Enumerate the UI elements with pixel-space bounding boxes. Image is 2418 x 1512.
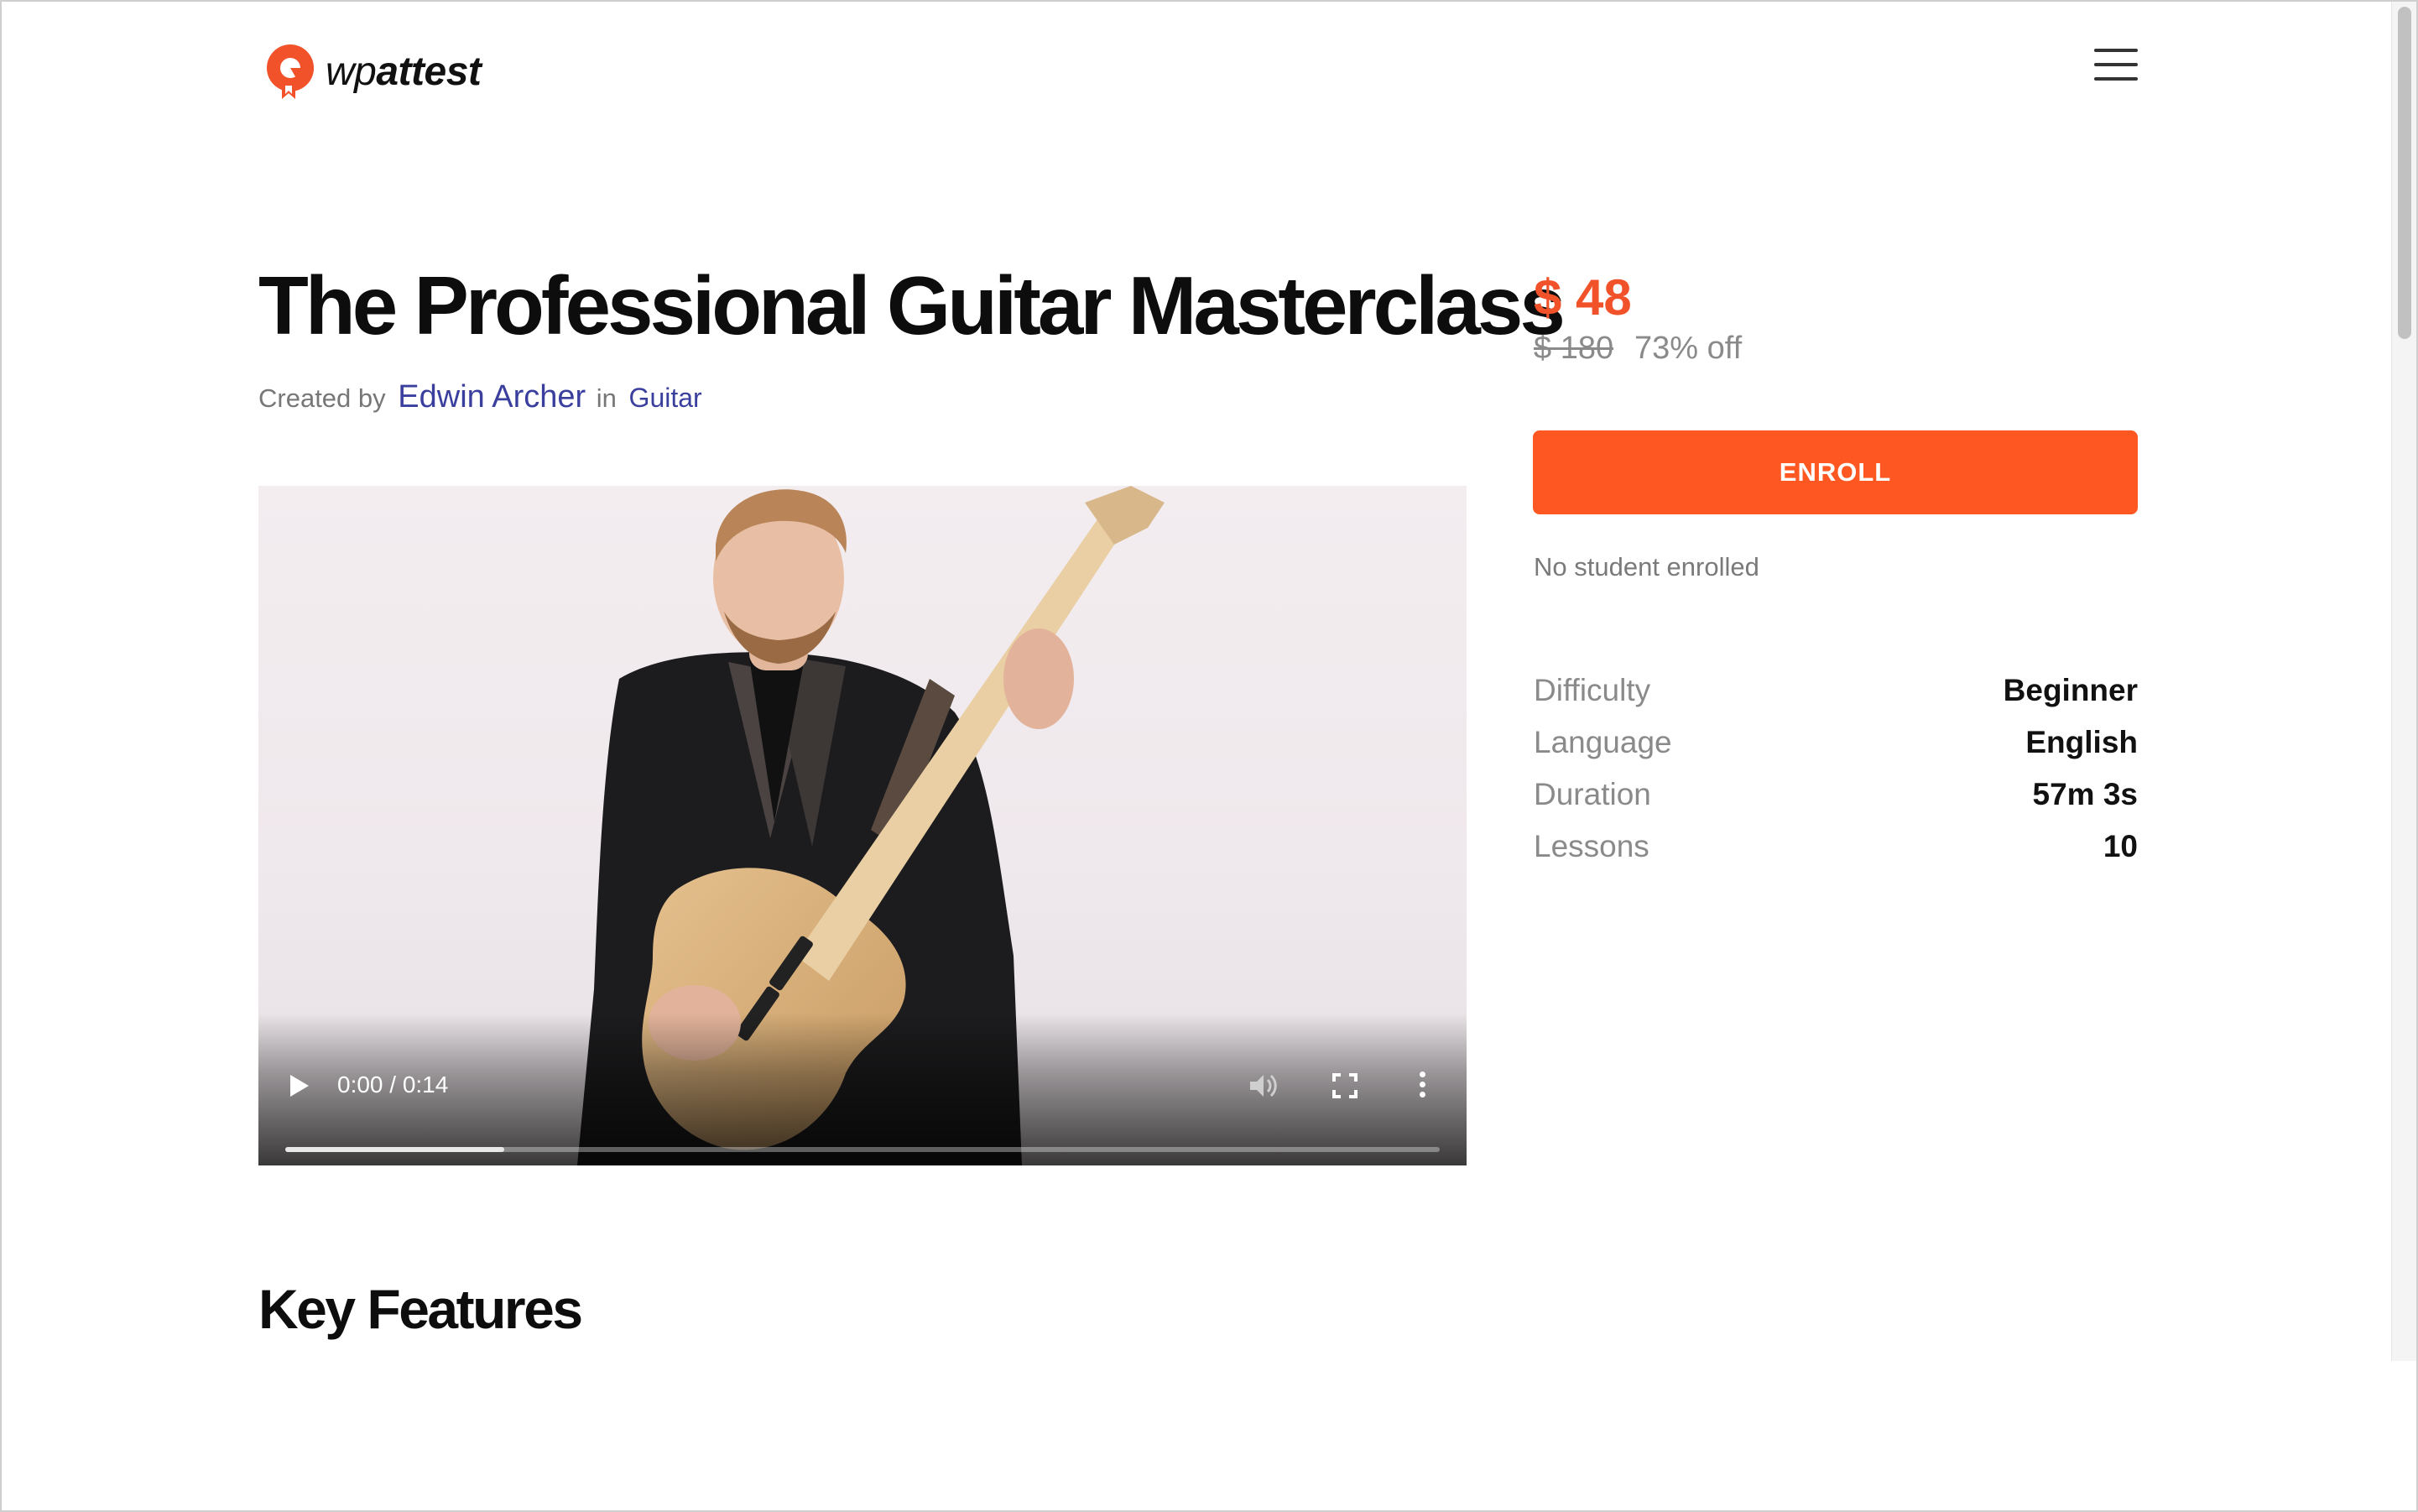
detail-row-lessons: Lessons 10 xyxy=(1534,821,2138,873)
author-link[interactable]: Edwin Archer xyxy=(398,379,586,414)
page-scrollbar[interactable] xyxy=(2391,2,2416,1361)
enroll-button[interactable]: ENROLL xyxy=(1533,430,2138,514)
fullscreen-icon[interactable] xyxy=(1332,1073,1358,1098)
menu-icon-bar xyxy=(2094,77,2138,81)
page-content: wpattest The Professional Guitar Masterc… xyxy=(2,2,2391,1361)
created-by-label: Created by xyxy=(258,383,386,413)
course-title: The Professional Guitar Masterclass xyxy=(258,259,1566,352)
category-link[interactable]: Guitar xyxy=(629,383,702,413)
enrolled-count-note: No student enrolled xyxy=(1534,552,1759,581)
video-progress-bar[interactable] xyxy=(285,1147,1440,1152)
detail-value: Beginner xyxy=(2003,673,2138,707)
detail-label: Duration xyxy=(1534,777,1651,811)
current-price: $ 48 xyxy=(1534,269,1632,326)
page-bottom-blank xyxy=(2,1361,2416,1510)
logo-text: wpattest xyxy=(326,49,482,95)
more-options-icon[interactable] xyxy=(1418,1071,1426,1100)
scrollbar-thumb[interactable] xyxy=(2398,7,2411,339)
video-controls: 0:00 / 0:14 xyxy=(258,1013,1467,1165)
original-price: $ 180 xyxy=(1534,331,1614,366)
menu-icon-bar xyxy=(2094,63,2138,66)
menu-icon-bar xyxy=(2094,49,2138,52)
video-progress-fill xyxy=(285,1147,505,1152)
video-time: 0:00 / 0:14 xyxy=(337,1071,449,1098)
play-icon[interactable] xyxy=(290,1075,309,1097)
logo-icon xyxy=(267,44,314,99)
in-label: in xyxy=(596,383,617,413)
course-details-list: Difficulty Beginner Language English Dur… xyxy=(1534,665,2138,873)
logo-prefix: wp xyxy=(326,49,377,94)
volume-icon[interactable] xyxy=(1248,1071,1279,1100)
detail-row-difficulty: Difficulty Beginner xyxy=(1534,665,2138,717)
logo-suffix: attest xyxy=(376,49,482,94)
detail-row-language: Language English xyxy=(1534,717,2138,769)
site-logo[interactable]: wpattest xyxy=(263,42,482,101)
detail-label: Lessons xyxy=(1534,829,1649,863)
detail-row-duration: Duration 57m 3s xyxy=(1534,769,2138,821)
detail-label: Difficulty xyxy=(1534,673,1651,707)
detail-value: 10 xyxy=(2103,829,2138,863)
detail-value: 57m 3s xyxy=(2032,777,2139,811)
key-features-heading: Key Features xyxy=(258,1278,583,1340)
hamburger-menu-button[interactable] xyxy=(2094,49,2138,81)
course-meta: Created by Edwin Archer in Guitar xyxy=(258,379,702,415)
course-video-player[interactable]: 0:00 / 0:14 xyxy=(258,486,1467,1165)
detail-label: Language xyxy=(1534,725,1672,759)
detail-value: English xyxy=(2025,725,2138,759)
discount-label: 73% off xyxy=(1634,331,1743,366)
